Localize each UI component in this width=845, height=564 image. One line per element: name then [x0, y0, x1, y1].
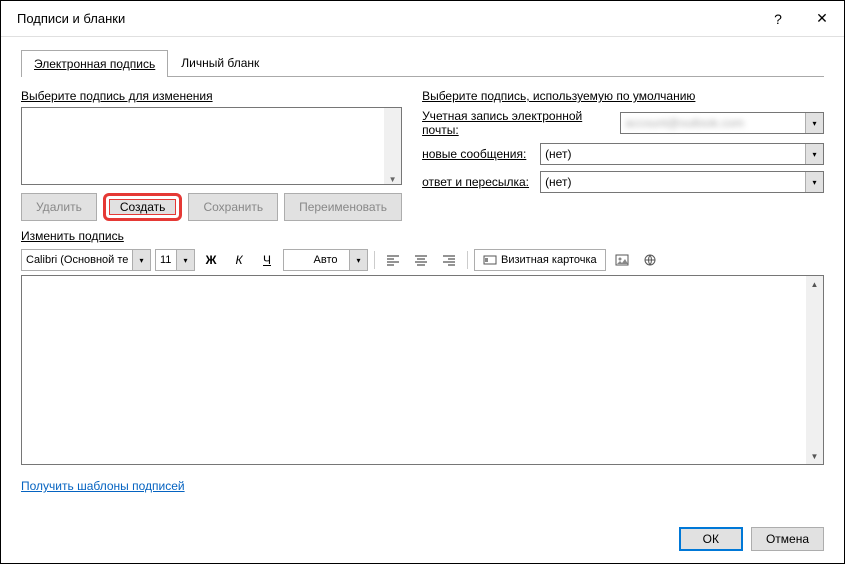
replies-label: ответ и пересылка: [422, 175, 532, 189]
chevron-down-icon: ▾ [132, 250, 150, 270]
new-messages-label: новые сообщения: [422, 147, 532, 161]
account-value: account@outlook.com [625, 116, 744, 130]
bold-button[interactable]: Ж [199, 249, 223, 271]
font-color-select[interactable]: Авто ▾ [283, 249, 368, 271]
chevron-down-icon: ▾ [176, 250, 194, 270]
editor-scrollbar[interactable]: ▲ ▼ [806, 276, 823, 464]
align-center-icon [414, 253, 428, 267]
chevron-down-icon: ▾ [805, 113, 823, 133]
replies-value: (нет) [545, 175, 571, 189]
templates-link[interactable]: Получить шаблоны подписей [21, 479, 185, 493]
account-select[interactable]: account@outlook.com ▾ [620, 112, 824, 134]
editor-toolbar: Calibri (Основной те ▾ 11 ▾ Ж К Ч Авто ▾ [21, 247, 824, 273]
signature-buttons: Удалить Создать Сохранить Переименовать [21, 193, 402, 221]
separator [374, 251, 375, 269]
ok-button[interactable]: ОК [679, 527, 743, 551]
titlebar: Подписи и бланки ? ✕ [1, 1, 844, 37]
new-messages-value: (нет) [545, 147, 571, 161]
underline-button[interactable]: Ч [255, 249, 279, 271]
scroll-down-icon: ▼ [385, 174, 400, 184]
signature-editor[interactable]: ▲ ▼ [21, 275, 824, 465]
save-button[interactable]: Сохранить [188, 193, 278, 221]
new-messages-select[interactable]: (нет) ▾ [540, 143, 824, 165]
rename-button[interactable]: Переименовать [284, 193, 402, 221]
size-value: 11 [160, 254, 171, 266]
font-select[interactable]: Calibri (Основной те ▾ [21, 249, 151, 271]
align-center-button[interactable] [409, 249, 433, 271]
account-label: Учетная запись электронной почты: [422, 109, 612, 137]
color-value: Авто [314, 254, 338, 266]
separator [467, 251, 468, 269]
scroll-down-icon: ▼ [807, 448, 822, 464]
business-card-button[interactable]: Визитная карточка [474, 249, 606, 271]
default-signature-label: Выберите подпись, используемую по умолча… [422, 89, 695, 103]
insert-picture-button[interactable] [610, 249, 634, 271]
dialog-signatures: Подписи и бланки ? ✕ Электронная подпись… [0, 0, 845, 564]
listbox-scrollbar[interactable]: ▼ [384, 108, 401, 184]
left-column: Выберите подпись для изменения ▼ Удалить… [21, 89, 402, 221]
italic-button[interactable]: К [227, 249, 251, 271]
content-area: Электронная подпись Личный бланк Выберит… [1, 37, 844, 501]
select-signature-label: Выберите подпись для изменения [21, 89, 213, 103]
edit-signature-label: Изменить подпись [21, 229, 124, 243]
tab-signature[interactable]: Электронная подпись [21, 50, 168, 77]
tabs: Электронная подпись Личный бланк [21, 49, 824, 77]
scroll-up-icon: ▲ [807, 276, 822, 292]
right-column: Выберите подпись, используемую по умолча… [422, 89, 824, 221]
cancel-button[interactable]: Отмена [751, 527, 824, 551]
create-button[interactable]: Создать [103, 193, 183, 221]
new-messages-row: новые сообщения: (нет) ▾ [422, 143, 824, 165]
insert-hyperlink-button[interactable] [638, 249, 662, 271]
upper-panel: Выберите подпись для изменения ▼ Удалить… [21, 89, 824, 221]
font-value: Calibri (Основной те [26, 254, 128, 266]
help-button[interactable]: ? [756, 4, 800, 34]
business-card-icon [483, 253, 497, 267]
align-right-button[interactable] [437, 249, 461, 271]
align-right-icon [442, 253, 456, 267]
hyperlink-icon [643, 253, 657, 267]
picture-icon [615, 253, 629, 267]
font-size-select[interactable]: 11 ▾ [155, 249, 195, 271]
align-left-icon [386, 253, 400, 267]
footer-buttons: ОК Отмена [679, 527, 824, 551]
signature-listbox[interactable]: ▼ [21, 107, 402, 185]
account-row: Учетная запись электронной почты: accoun… [422, 109, 824, 137]
delete-button[interactable]: Удалить [21, 193, 97, 221]
close-button[interactable]: ✕ [800, 4, 844, 34]
tab-stationery[interactable]: Личный бланк [168, 49, 272, 76]
align-left-button[interactable] [381, 249, 405, 271]
replies-row: ответ и пересылка: (нет) ▾ [422, 171, 824, 193]
replies-select[interactable]: (нет) ▾ [540, 171, 824, 193]
window-title: Подписи и бланки [17, 11, 756, 26]
chevron-down-icon: ▾ [805, 172, 823, 192]
biz-card-label: Визитная карточка [501, 254, 597, 266]
chevron-down-icon: ▾ [349, 250, 367, 270]
chevron-down-icon: ▾ [805, 144, 823, 164]
